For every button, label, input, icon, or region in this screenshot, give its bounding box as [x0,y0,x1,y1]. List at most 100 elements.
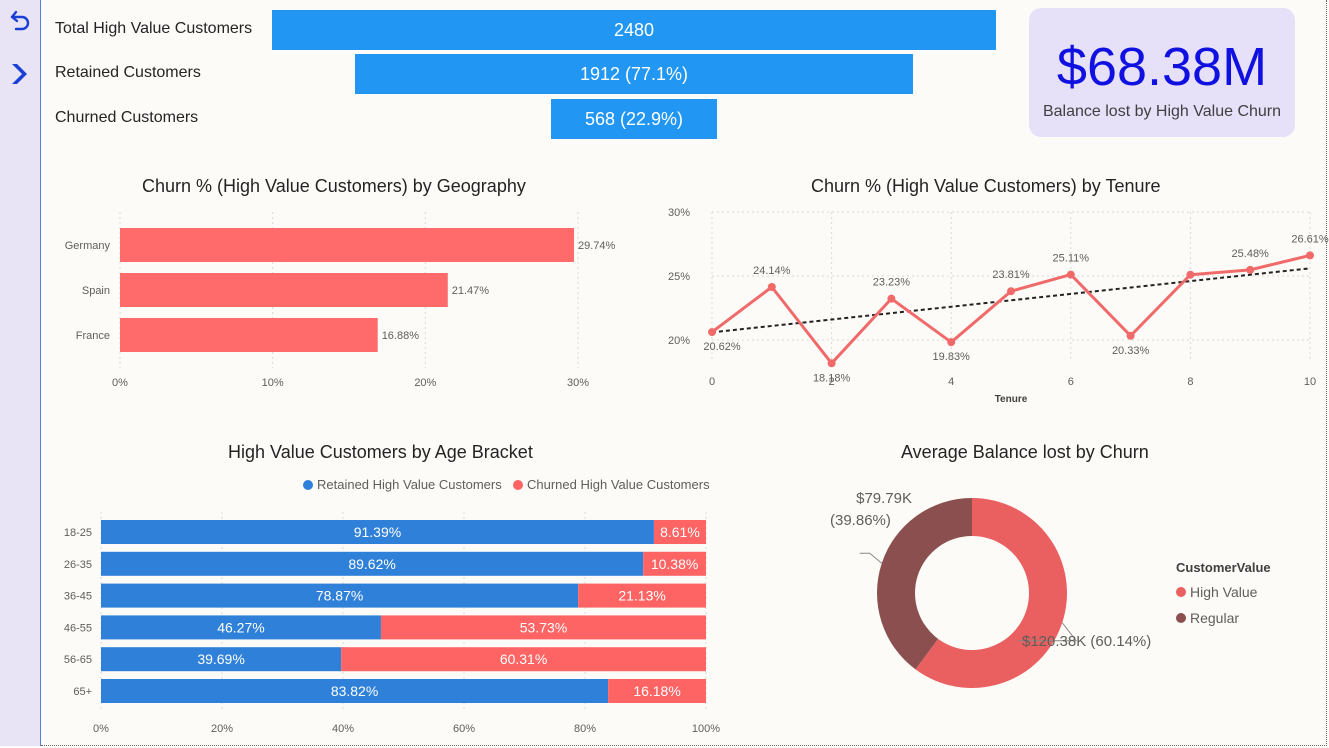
tenure-data-label: 20.62% [703,341,741,353]
retained-legend-label: Retained High Value Customers [317,477,502,492]
age-churned-bar[interactable] [608,679,706,703]
donut-slice[interactable] [876,498,972,670]
age-legend-churned[interactable]: Churned High Value Customers [513,477,710,492]
kpi-card[interactable]: $68.38M Balance lost by High Value Churn [1029,8,1295,137]
tenure-y-tick: 30% [668,207,690,219]
tenure-y-tick: 20% [668,335,690,347]
donut-label-high: $120.38K (60.14%) [1022,633,1151,650]
tenure-data-label: 26.61% [1291,233,1329,245]
donut-chart-title: Average Balance lost by Churn [901,442,1149,462]
donut-leader-high [1018,622,1078,642]
tenure-data-label: 25.11% [1053,253,1090,265]
navigation-sidebar [0,0,41,746]
tenure-y-tick: 25% [668,271,690,283]
age-x-tick: 0% [93,723,109,735]
age-churned-label: 16.18% [633,683,680,699]
tenure-point[interactable] [1306,251,1314,260]
retained-legend-dot [303,479,313,490]
geo-data-label: 21.47% [452,285,490,297]
tenure-x-tick: 6 [1068,376,1074,388]
age-retained-label: 89.62% [348,556,395,572]
funnel-label-total: Total High Value Customers [55,20,253,37]
age-retained-bar[interactable] [101,647,342,672]
tenure-point[interactable] [947,338,956,347]
funnel-bar-total[interactable]: 2480 [272,10,996,50]
geo-x-tick: 0% [112,377,128,389]
tenure-point[interactable] [1126,331,1135,340]
tenure-point[interactable] [1007,287,1015,296]
age-churned-label: 53.73% [520,619,567,635]
tenure-data-label: 23.81% [992,269,1030,281]
chevron-right-icon [12,64,27,84]
age-churned-label: 60.31% [500,651,547,667]
tenure-x-tick: 8 [1187,376,1193,388]
donut-leader-regular [859,552,883,564]
age-category-label: 36-45 [64,591,92,603]
age-churned-label: 21.13% [618,588,665,604]
regular-legend-label: Regular [1190,610,1240,626]
age-retained-bar[interactable] [101,615,381,640]
age-churned-label: 8.61% [660,524,700,540]
tenure-point[interactable] [1066,270,1075,279]
tenure-point[interactable] [1186,270,1195,279]
tenure-data-label: 24.14% [753,265,791,277]
next-button[interactable] [6,60,34,88]
age-churned-label: 10.38% [651,556,698,572]
geo-x-tick: 10% [262,377,284,389]
tenure-point[interactable] [887,294,896,303]
tenure-point[interactable] [767,283,776,292]
tenure-x-tick: 0 [709,376,715,388]
kpi-label: Balance lost by High Value Churn [1042,103,1282,120]
funnel-bar-retained[interactable]: 1912 (77.1%) [355,54,913,94]
geo-bar[interactable] [120,273,448,307]
back-button[interactable] [6,4,34,32]
churned-legend-label: Churned High Value Customers [527,477,710,492]
age-category-label: 65+ [73,686,92,698]
geo-bar[interactable] [120,318,378,352]
age-retained-label: 91.39% [354,524,401,540]
tenure-series-line[interactable] [711,253,1311,365]
age-churned-bar[interactable] [578,583,706,608]
tenure-point[interactable] [1246,265,1255,274]
age-retained-bar[interactable] [101,583,579,608]
kpi-value: $68.38M [1056,37,1268,97]
donut-label-regular-value: $79.79K [856,490,912,507]
age-x-tick: 60% [453,723,475,735]
geo-data-label: 29.74% [578,240,616,252]
tenure-chart-title: Churn % (High Value Customers) by Tenure [811,176,1161,196]
age-retained-label: 39.69% [197,651,244,667]
age-legend-retained[interactable]: Retained High Value Customers [303,477,502,492]
tenure-data-label: 18.18% [813,372,851,384]
age-retained-bar[interactable] [101,520,654,544]
donut-label-regular-pct: (39.86%) [830,512,891,529]
funnel-bar-churned[interactable]: 568 (22.9%) [551,99,717,139]
age-churned-bar[interactable] [380,615,706,640]
age-churned-bar[interactable] [341,647,706,672]
tenure-point[interactable] [708,328,716,337]
geo-bar[interactable] [120,228,575,262]
age-category-label: 56-65 [64,654,92,666]
geo-category-label: France [76,330,110,342]
age-retained-bar[interactable] [101,551,644,576]
tenure-data-label: 20.33% [1112,345,1150,357]
high-value-legend-dot [1176,587,1186,597]
age-retained-bar[interactable] [101,679,609,703]
donut-legend-high-value[interactable]: High Value [1176,584,1257,600]
tenure-data-label: 25.48% [1232,248,1270,260]
donut-legend-regular[interactable]: Regular [1176,610,1239,626]
churned-legend-dot [513,479,523,490]
age-churned-bar[interactable] [643,551,706,576]
funnel-label-churned: Churned Customers [55,109,199,126]
high-value-legend-label: High Value [1190,584,1258,600]
age-churned-bar[interactable] [653,520,706,544]
tenure-point[interactable] [827,359,836,368]
geo-category-label: Spain [82,285,110,297]
tenure-x-tick: 2 [829,376,835,388]
donut-legend-title: CustomerValue [1176,560,1271,575]
age-x-tick: 20% [211,723,233,735]
back-arrow-icon [10,10,30,31]
age-category-label: 46-55 [64,622,92,634]
tenure-trendline [711,267,1311,334]
donut-slice[interactable] [915,498,1067,688]
regular-legend-dot [1176,613,1186,623]
